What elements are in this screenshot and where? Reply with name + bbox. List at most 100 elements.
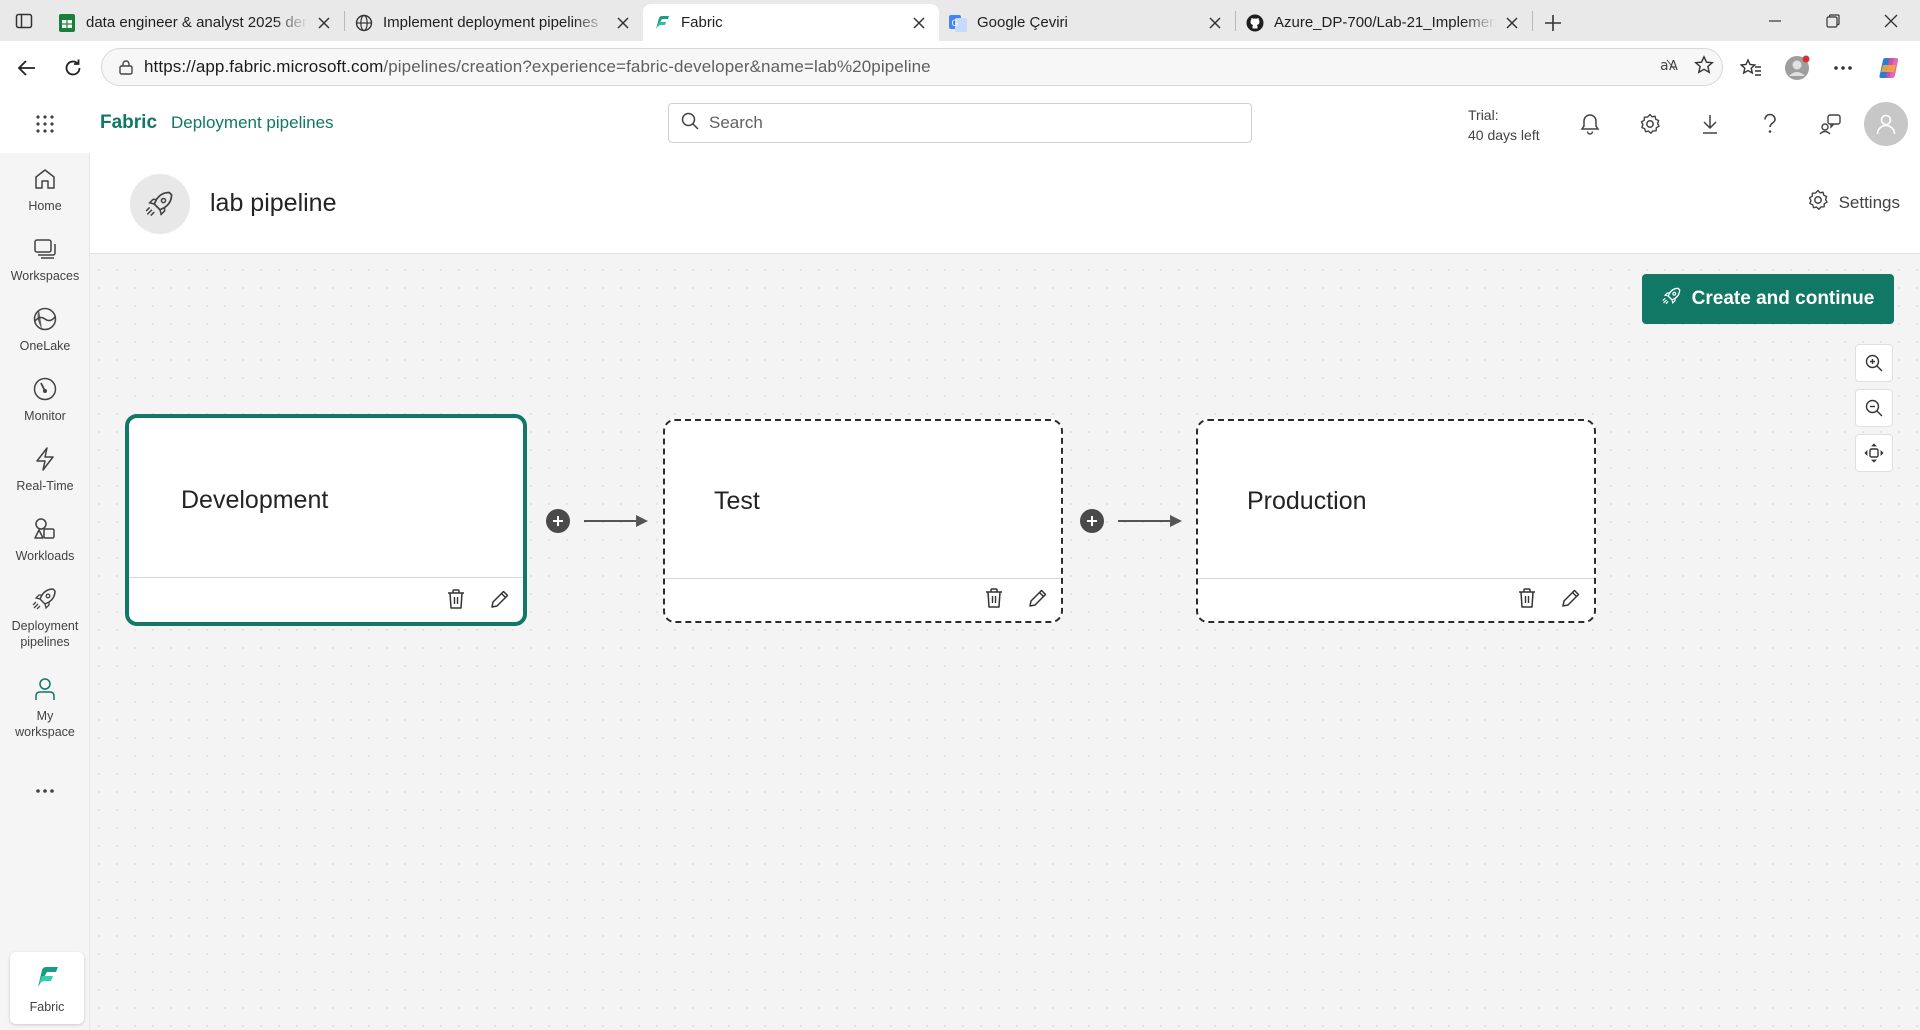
user-avatar[interactable] [1864, 102, 1908, 146]
stage-actions [441, 584, 515, 614]
new-tab-icon[interactable] [1533, 4, 1573, 41]
globe-icon [355, 14, 373, 32]
cta-label: Create and continue [1691, 288, 1875, 309]
delete-icon[interactable] [441, 584, 471, 614]
trial-days-left: 40 days left [1468, 127, 1540, 143]
create-and-continue-button[interactable]: Create and continue [1642, 274, 1894, 324]
breadcrumb[interactable]: Deployment pipelines [171, 113, 334, 133]
browser-tab[interactable]: Azure_DP-700/Lab-21_Implement [1236, 4, 1532, 41]
address-bar-actions: aA [1660, 49, 1715, 85]
browser-tab[interactable]: data engineer & analyst 2025 der [48, 4, 344, 41]
app-launcher-icon[interactable] [30, 109, 60, 139]
copilot-icon[interactable] [1868, 48, 1910, 88]
edit-pencil-icon[interactable] [485, 584, 515, 614]
settings-gear-icon[interactable] [1620, 94, 1680, 153]
share-feedback-icon[interactable] [1800, 94, 1860, 153]
notifications-bell-icon[interactable] [1560, 94, 1620, 153]
onelake-icon [30, 304, 60, 334]
favorite-star-icon[interactable] [1693, 54, 1715, 80]
zoom-in-icon[interactable] [1855, 344, 1893, 382]
workloads-icon [30, 514, 60, 544]
close-icon[interactable] [1205, 13, 1225, 33]
address-bar[interactable]: https://app.fabric.microsoft.com/pipelin… [101, 48, 1723, 86]
svg-text:A: A [1669, 59, 1678, 74]
experience-label: Fabric [29, 999, 65, 1014]
minimize-icon[interactable] [1746, 0, 1804, 41]
edit-pencil-icon[interactable] [1023, 583, 1053, 613]
refresh-icon[interactable] [50, 48, 96, 88]
edit-pencil-icon[interactable] [1556, 583, 1586, 613]
nav-label: Workspaces [10, 269, 80, 283]
settings-label: Settings [1838, 192, 1900, 212]
nav-label: Workloads [15, 549, 75, 563]
favorites-icon[interactable] [1730, 48, 1772, 88]
rocket-icon [130, 174, 190, 234]
brand-name[interactable]: Fabric [100, 112, 157, 134]
fit-to-screen-icon[interactable] [1855, 434, 1893, 472]
trial-label: Trial: [1468, 107, 1499, 123]
search-icon [681, 112, 699, 135]
stage-card-test[interactable]: Test [663, 419, 1063, 623]
profile-avatar[interactable] [1776, 48, 1818, 88]
svg-text:G: G [952, 18, 959, 28]
delete-icon[interactable] [979, 583, 1009, 613]
arrow-right-icon [584, 515, 648, 527]
search-input[interactable]: Search [668, 103, 1252, 143]
more-icon[interactable] [30, 776, 60, 806]
fabric-logo-icon [33, 963, 61, 994]
nav-item-realtime[interactable]: Real-Time [0, 444, 90, 494]
pipeline-canvas: lab pipeline Settings Create and continu… [90, 153, 1920, 1030]
stage-divider [1198, 578, 1594, 579]
nav-item-deployment-pipelines[interactable]: Deployment pipelines [0, 584, 90, 650]
close-icon[interactable] [909, 13, 929, 33]
settings-button[interactable]: Settings [1807, 189, 1900, 216]
tab-title: Azure_DP-700/Lab-21_Implement [1274, 14, 1496, 31]
close-window-icon[interactable] [1862, 0, 1920, 41]
download-icon[interactable] [1680, 94, 1740, 153]
site-info-icon[interactable] [108, 59, 144, 75]
stage-card-production[interactable]: Production [1196, 419, 1596, 623]
close-icon[interactable] [314, 13, 334, 33]
browser-toolbar: https://app.fabric.microsoft.com/pipelin… [0, 41, 1920, 94]
gear-icon [1807, 189, 1829, 216]
add-stage-icon[interactable] [1080, 509, 1104, 533]
stage-name: Development [181, 486, 329, 514]
nav-item-workloads[interactable]: Workloads [0, 514, 90, 564]
experience-switcher[interactable]: Fabric [10, 952, 84, 1024]
more-options-icon[interactable] [1822, 48, 1864, 88]
restore-icon[interactable] [1804, 0, 1862, 41]
back-icon[interactable] [4, 48, 50, 88]
tab-actions-icon[interactable] [0, 0, 48, 41]
nav-item-onelake[interactable]: OneLake [0, 304, 90, 354]
nav-item-monitor[interactable]: Monitor [0, 374, 90, 424]
read-aloud-icon[interactable]: aA [1660, 56, 1682, 79]
zoom-out-icon[interactable] [1855, 389, 1893, 427]
close-icon[interactable] [613, 13, 633, 33]
browser-tab[interactable]: G Google Çeviri [939, 4, 1235, 41]
browser-tab[interactable]: Implement deployment pipelines [345, 4, 643, 41]
github-icon [1246, 14, 1264, 32]
close-icon[interactable] [1502, 13, 1522, 33]
app-header: Fabric Deployment pipelines Search Trial… [0, 94, 1920, 153]
help-icon[interactable] [1740, 94, 1800, 153]
nav-item-workspaces[interactable]: Workspaces [0, 234, 90, 284]
delete-icon[interactable] [1512, 583, 1542, 613]
add-stage-icon[interactable] [546, 509, 570, 533]
stage-divider [129, 577, 523, 578]
trial-status[interactable]: Trial: 40 days left [1468, 105, 1540, 145]
browser-tab-active[interactable]: Fabric [643, 4, 939, 41]
nav-label: Deployment pipelines [11, 619, 79, 649]
stage-name: Production [1247, 487, 1367, 515]
nav-item-home[interactable]: Home [0, 164, 90, 214]
tab-title: Implement deployment pipelines [383, 14, 599, 31]
page-header: lab pipeline Settings [90, 153, 1920, 254]
nav-label: My workspace [15, 709, 75, 739]
tab-title: Fabric [681, 14, 723, 31]
header-actions [1560, 94, 1860, 153]
url-text: https://app.fabric.microsoft.com/pipelin… [144, 57, 931, 77]
nav-label: Home [28, 199, 62, 213]
nav-item-my-workspace[interactable]: My workspace [0, 674, 90, 740]
stage-card-development[interactable]: Development [125, 414, 527, 626]
translate-icon: G [949, 14, 967, 32]
stage-actions [1512, 583, 1586, 613]
